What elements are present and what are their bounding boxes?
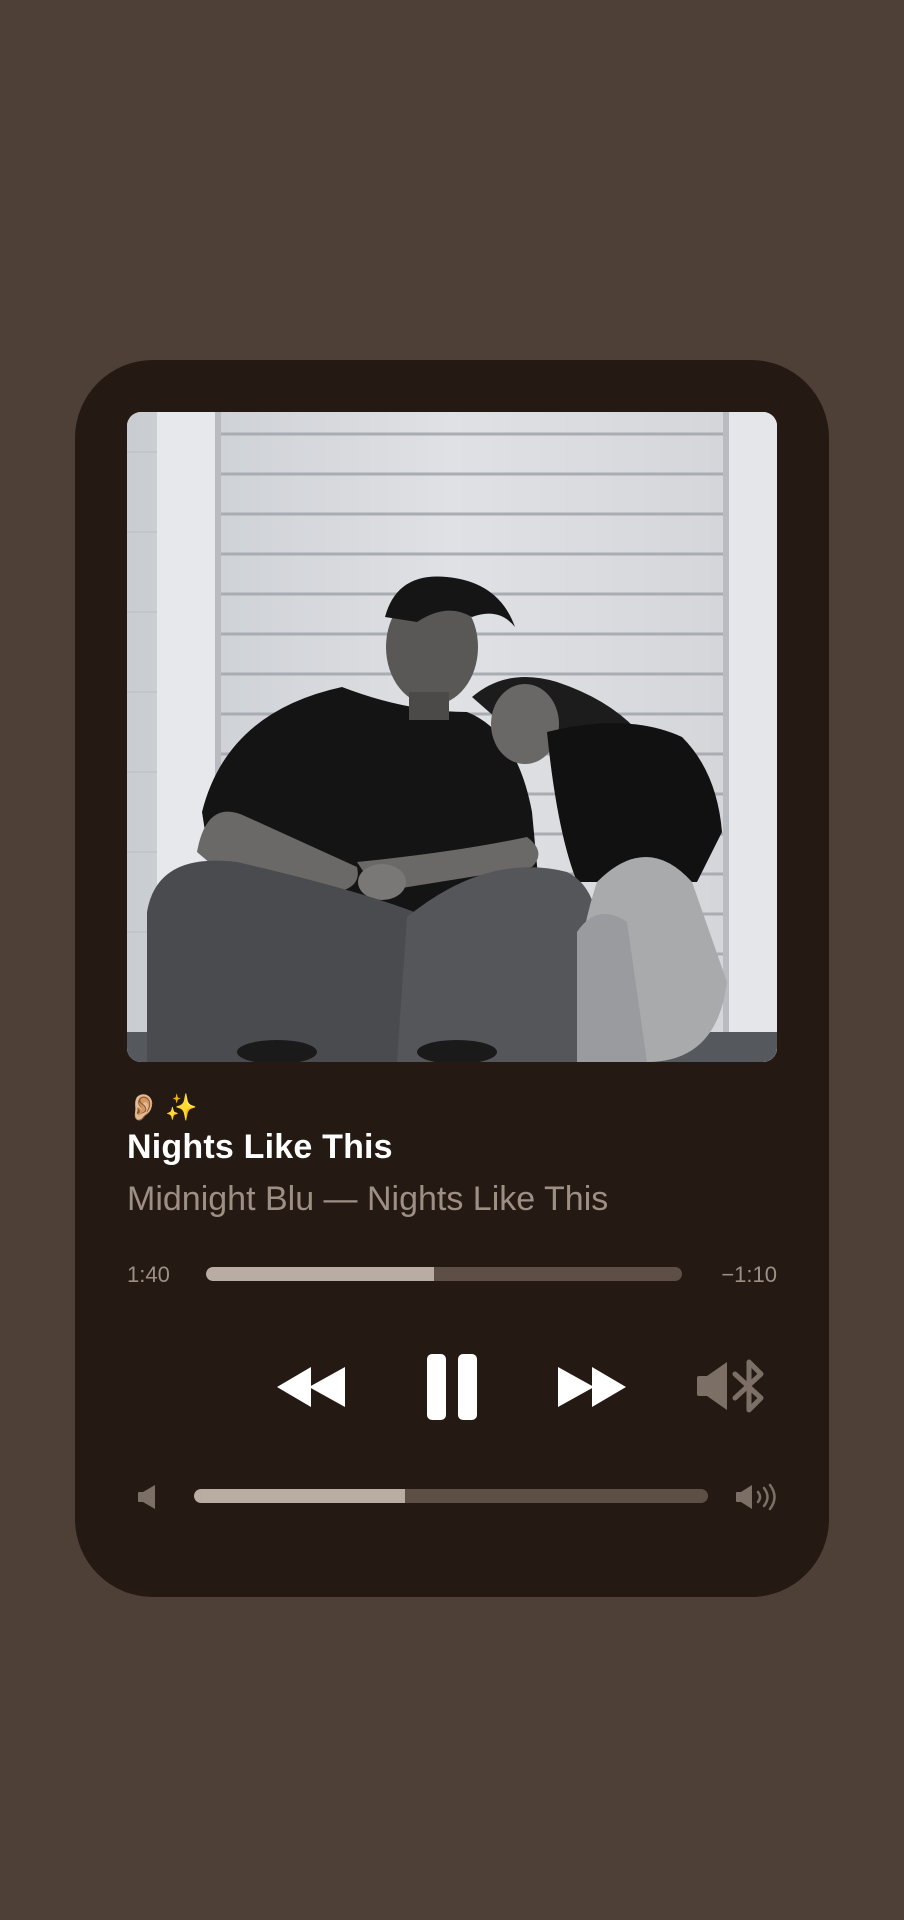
playback-progress-fill <box>206 1267 435 1281</box>
pause-icon <box>427 1354 477 1420</box>
sparkles-emoji: ✨ <box>165 1092 198 1122</box>
emoji-tags: 👂🏼 ✨ <box>127 1090 198 1124</box>
time-elapsed: 1:40 <box>127 1262 170 1287</box>
album-artwork[interactable] <box>127 412 777 1062</box>
fast-forward-icon <box>558 1367 626 1407</box>
ear-emoji: 👂🏼 <box>127 1092 160 1122</box>
volume-slider[interactable] <box>194 1489 708 1503</box>
fast-forward-button[interactable] <box>556 1365 628 1409</box>
track-title: Nights Like This <box>127 1128 393 1166</box>
now-playing-widget: 👂🏼 ✨ Nights Like This Midnight Blu — Nig… <box>75 360 829 1597</box>
rewind-icon <box>277 1367 345 1407</box>
volume-fill <box>194 1489 405 1503</box>
pause-button[interactable] <box>426 1353 478 1421</box>
bluetooth-speaker-icon <box>697 1359 764 1413</box>
volume-high-icon <box>735 1483 779 1516</box>
artist-album[interactable]: Midnight Blu — Nights Like This <box>127 1180 608 1219</box>
time-remaining: −1:10 <box>721 1262 777 1287</box>
audio-output-button[interactable] <box>695 1358 769 1414</box>
rewind-button[interactable] <box>275 1365 347 1409</box>
volume-low-icon <box>137 1484 159 1515</box>
playback-scrubber[interactable] <box>206 1267 682 1281</box>
